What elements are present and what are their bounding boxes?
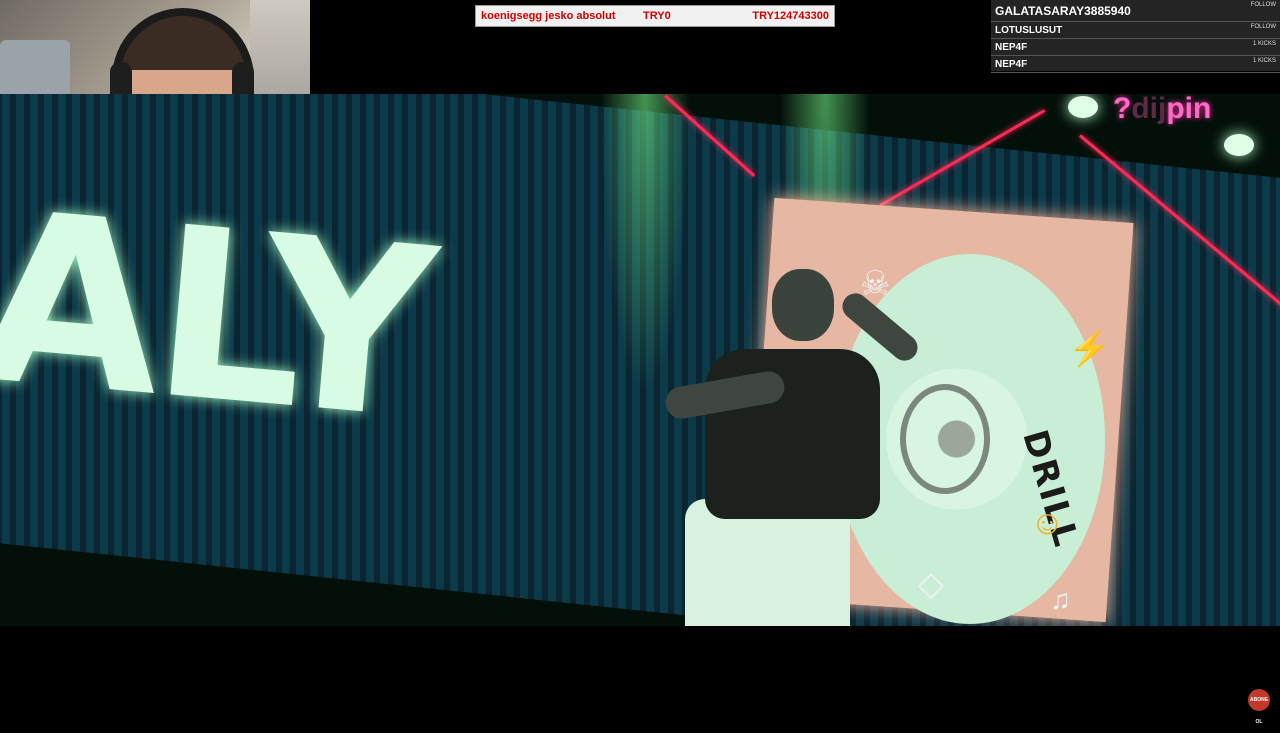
logo-prefix: ?: [1113, 94, 1132, 125]
event-user: NEP4F: [995, 42, 1028, 53]
event-item: NEP4F 1 KICKS: [991, 56, 1280, 73]
price-current: TRY0: [643, 10, 671, 22]
logo-mid: dij: [1131, 94, 1167, 125]
item-name: koenigsegg jesko absolut: [481, 10, 616, 22]
event-feed: GALATASARAY3885940 FOLLOW LOTUSLUSUT FOL…: [991, 0, 1280, 73]
stage-light: [600, 94, 690, 394]
performer-torso: [705, 349, 880, 519]
event-item: GALATASARAY3885940 FOLLOW: [991, 0, 1280, 22]
spotlight: [1224, 134, 1254, 156]
subscribe-badge[interactable]: ABONE OL: [1248, 689, 1270, 725]
logo-suffix: pin: [1166, 94, 1212, 125]
event-type: 1 KICKS: [1252, 41, 1276, 47]
music-note-icon: ♫: [1050, 584, 1071, 615]
performer-head: [772, 269, 834, 341]
price-ticker: koenigsegg jesko absolut TRY0 TRY1247433…: [475, 5, 835, 27]
event-type: 1 KICKS: [1252, 58, 1276, 64]
price-target: TRY124743300: [752, 10, 829, 22]
event-type: FOLLOW: [1250, 24, 1276, 30]
event-type: FOLLOW: [1250, 2, 1276, 8]
led-screen-text: ALY: [0, 161, 439, 472]
event-item: LOTUSLUSUT FOLLOW: [991, 22, 1280, 39]
lightning-icon: ⚡: [1068, 330, 1111, 368]
event-user: NEP4F: [995, 59, 1028, 70]
event-item: NEP4F 1 KICKS: [991, 39, 1280, 56]
diamond-icon: ◇: [918, 565, 945, 603]
spotlight: [1068, 96, 1098, 118]
broadcaster-logo: ?dijpin: [1113, 94, 1211, 126]
video-player[interactable]: ?dijpin ALY DRILL ☠ ⚡ ☺ ◇ ♫: [0, 94, 1280, 626]
disc-hub: [900, 384, 990, 494]
smiley-icon: ☺: [1030, 504, 1065, 542]
event-user: LOTUSLUSUT: [995, 25, 1063, 36]
event-user: GALATASARAY3885940: [995, 4, 1131, 18]
